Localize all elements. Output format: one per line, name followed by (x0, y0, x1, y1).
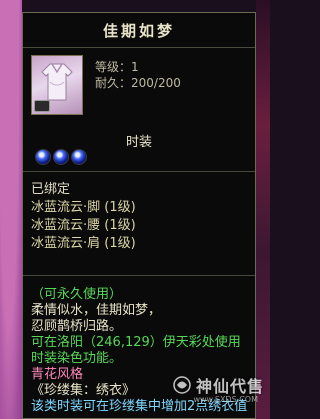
tooltip-title-bar: 佳期如梦 (23, 13, 255, 48)
watermark-url: www.SXDS.COM (193, 395, 258, 404)
durability-text: 耐久：200/200 (95, 76, 181, 90)
divider (23, 275, 255, 276)
set-item-line: 冰蓝流云·腰 (1级) (31, 218, 136, 233)
watermark-logo-icon (173, 376, 191, 394)
divider (23, 171, 255, 172)
garment-icon (41, 63, 73, 101)
game-scene-right (256, 0, 270, 419)
blue-orb-icon (71, 149, 87, 165)
item-icon (31, 55, 83, 115)
permanent-text: （可永久使用） (31, 287, 123, 302)
lock-badge-icon (34, 100, 50, 112)
dye-info-text: 可在洛阳（246,129）伊天彩处使用时装染色功能。 (31, 335, 241, 366)
watermark-text: 神仙代售 (195, 377, 264, 396)
blue-orb-icon (35, 149, 51, 165)
site-watermark: 神仙代售 www.SXDS.COM (172, 373, 264, 404)
level-text: 等级：1 (95, 60, 139, 74)
game-scene-left (0, 0, 22, 419)
bind-section: 已绑定 冰蓝流云·脚 (1级) 冰蓝流云·腰 (1级) 冰蓝流云·肩 (1级) (31, 181, 136, 253)
blue-orb-icon (53, 149, 69, 165)
set-item-line: 冰蓝流云·脚 (1级) (31, 200, 136, 215)
item-tooltip: 佳期如梦 等级：1 耐久：200/200 时装 已绑定 冰蓝流云·脚 (1级) … (22, 12, 256, 419)
flavor-text-1: 柔情似水，佳期如梦， (31, 303, 162, 318)
flavor-text-2: 忍顾鹊桥归路。 (31, 319, 123, 334)
set-item-line: 冰蓝流云·肩 (1级) (31, 236, 136, 251)
item-category: 时装 (125, 135, 152, 150)
item-stats: 等级：1 耐久：200/200 (95, 59, 181, 91)
bind-status: 已绑定 (31, 182, 71, 197)
gem-slots (35, 149, 87, 165)
item-name: 佳期如梦 (102, 21, 175, 40)
